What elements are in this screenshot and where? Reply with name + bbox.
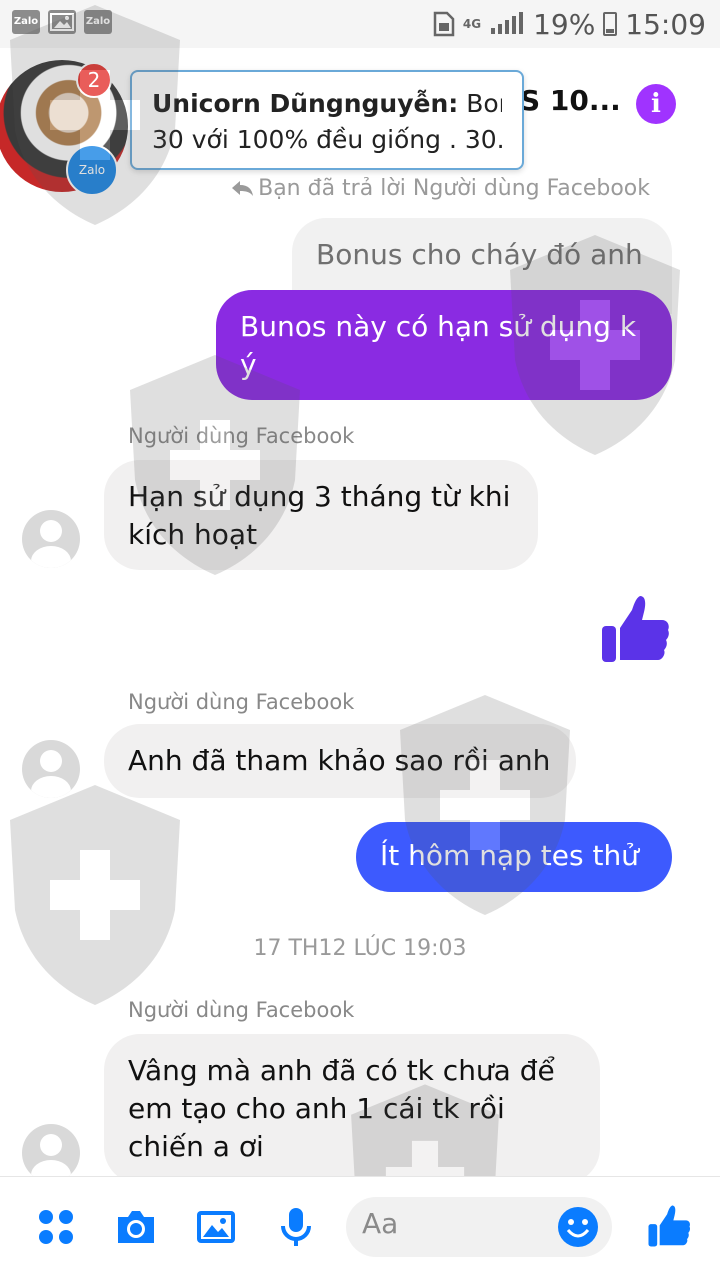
zalo-notification-icon: Zalo [12, 10, 40, 34]
clock: 15:09 [625, 7, 706, 41]
sender-name: Người dùng Facebook [128, 690, 355, 714]
emoji-icon[interactable] [556, 1205, 600, 1249]
sent-message[interactable]: Ít hôm nạp tes thử [356, 822, 672, 892]
image-notification-icon [48, 10, 76, 34]
message-timestamp: 17 TH12 LÚC 19:03 [253, 936, 467, 961]
contact-avatar[interactable] [22, 510, 80, 568]
battery-icon [603, 12, 618, 36]
more-options-icon[interactable] [34, 1205, 78, 1249]
notification-text: Bonus [466, 89, 502, 118]
reply-indicator: Bạn đã trả lời Người dùng Facebook [230, 176, 650, 201]
watermark-shield-icon [10, 785, 180, 1005]
sim-icon [433, 11, 455, 37]
sent-thumbs-up-icon[interactable] [598, 592, 672, 666]
battery-percent: 19% [533, 7, 596, 41]
microphone-icon[interactable] [274, 1205, 318, 1249]
received-message[interactable]: Hạn sử dụng 3 tháng từ khi kích hoạt [104, 460, 538, 570]
reply-note-text: Bạn đã trả lời Người dùng Facebook [258, 176, 650, 201]
contact-avatar[interactable] [22, 1124, 80, 1182]
zalo-chip-icon[interactable]: Zalo [66, 144, 118, 196]
notification-sender: Unicorn Dũngnguyễn: [152, 89, 459, 118]
chat-head-notification[interactable]: Unicorn Dũngnguyễn: Bonus 30 với 100% đề… [130, 70, 524, 170]
info-button[interactable]: i [636, 84, 676, 124]
sender-name: Người dùng Facebook [128, 998, 355, 1022]
status-bar: Zalo Zalo 4G 19% 15:09 [0, 0, 720, 48]
message-input-placeholder: Aa [362, 1207, 399, 1240]
received-message[interactable]: Vâng mà anh đã có tk chưa để em tạo cho … [104, 1034, 600, 1184]
sender-name: Người dùng Facebook [128, 424, 355, 448]
unread-badge: 2 [76, 62, 112, 98]
received-message[interactable]: Anh đã tham khảo sao rồi anh [104, 724, 576, 798]
network-type: 4G [462, 17, 482, 31]
composer-bar: Aa [0, 1176, 720, 1281]
contact-avatar[interactable] [22, 740, 80, 798]
zalo-notification-icon: Zalo [84, 10, 112, 34]
conversation-title[interactable]: S 10... [520, 84, 621, 117]
camera-icon[interactable] [114, 1205, 158, 1249]
notification-text-line2: 30 với 100% đều giống . 30... [152, 125, 502, 154]
signal-icon [489, 12, 525, 36]
gallery-icon[interactable] [194, 1205, 238, 1249]
sent-message[interactable]: Bunos này có hạn sử dụng k ý [216, 290, 672, 400]
like-button-icon[interactable] [646, 1203, 692, 1249]
reply-arrow-icon [232, 181, 254, 196]
status-right: 4G 19% 15:09 [433, 6, 706, 42]
